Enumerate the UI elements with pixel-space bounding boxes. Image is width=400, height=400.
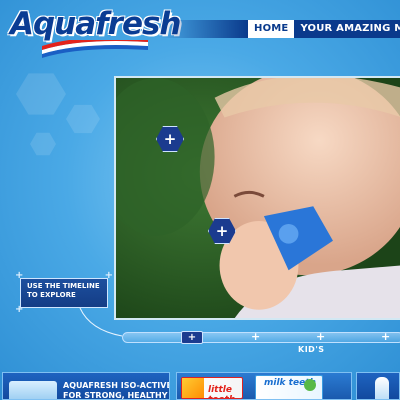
corner-plus-icon: + <box>15 304 24 315</box>
timeline-marker[interactable]: + <box>381 330 390 344</box>
logo-wordmark: Aquafresh <box>10 6 181 42</box>
product-strip: AQUAFRESH ISO-ACTIVE FOR STRONG, HEALTHY… <box>0 372 400 400</box>
timeline-section-label: KID'S <box>298 345 325 354</box>
decorative-hexagon <box>16 73 66 115</box>
bottle-icon <box>375 377 389 399</box>
corner-plus-icon: + <box>104 270 113 281</box>
promo-line-1: AQUAFRESH ISO-ACTIVE <box>63 381 170 390</box>
pack-stripe <box>182 378 204 398</box>
milk-teeth-pack: milk teeth <box>255 375 323 399</box>
video-player[interactable]: + + <box>114 76 400 320</box>
promo-card-iso-active[interactable]: AQUAFRESH ISO-ACTIVE FOR STRONG, HEALTHY <box>2 372 170 400</box>
plus-icon: + <box>163 130 177 148</box>
timeline-hint-tooltip: USE THE TIMELINE TO EXPLORE + + + <box>15 271 113 315</box>
aquafresh-logo[interactable]: Aquafresh <box>10 6 181 62</box>
main-nav: HOME YOUR AMAZING MOUTH <box>248 20 400 38</box>
logo-stripes-icon <box>42 40 148 58</box>
pack-badge-icon <box>304 379 316 391</box>
nav-item-home[interactable]: HOME <box>248 20 295 38</box>
decorative-hexagon <box>66 104 100 134</box>
decorative-hexagon <box>30 132 56 156</box>
nav-item-your-amazing-mouth[interactable]: YOUR AMAZING MOUTH <box>294 20 400 38</box>
timeline-handle[interactable]: + <box>181 331 203 344</box>
corner-plus-icon: + <box>15 270 24 281</box>
promo-card-mouthwash[interactable] <box>356 372 400 400</box>
pack-label: little teeth <box>208 385 235 398</box>
promo-card-kids-products[interactable]: little teeth milk teeth <box>176 372 352 400</box>
video-frame-image <box>116 78 400 318</box>
little-teeth-pack: little teeth <box>181 377 243 399</box>
promo-text: AQUAFRESH ISO-ACTIVE FOR STRONG, HEALTHY <box>63 381 170 400</box>
plus-icon: + <box>215 222 229 240</box>
tooltip-text: USE THE TIMELINE TO EXPLORE <box>27 282 100 299</box>
video-timeline[interactable]: + + + + <box>122 330 400 344</box>
timeline-marker[interactable]: + <box>251 330 260 344</box>
timeline-marker[interactable]: + <box>316 330 325 344</box>
promo-line-2: FOR STRONG, HEALTHY <box>63 391 168 400</box>
nav-bar-fade <box>160 20 248 38</box>
toothbrush-thumbnail <box>9 381 57 399</box>
